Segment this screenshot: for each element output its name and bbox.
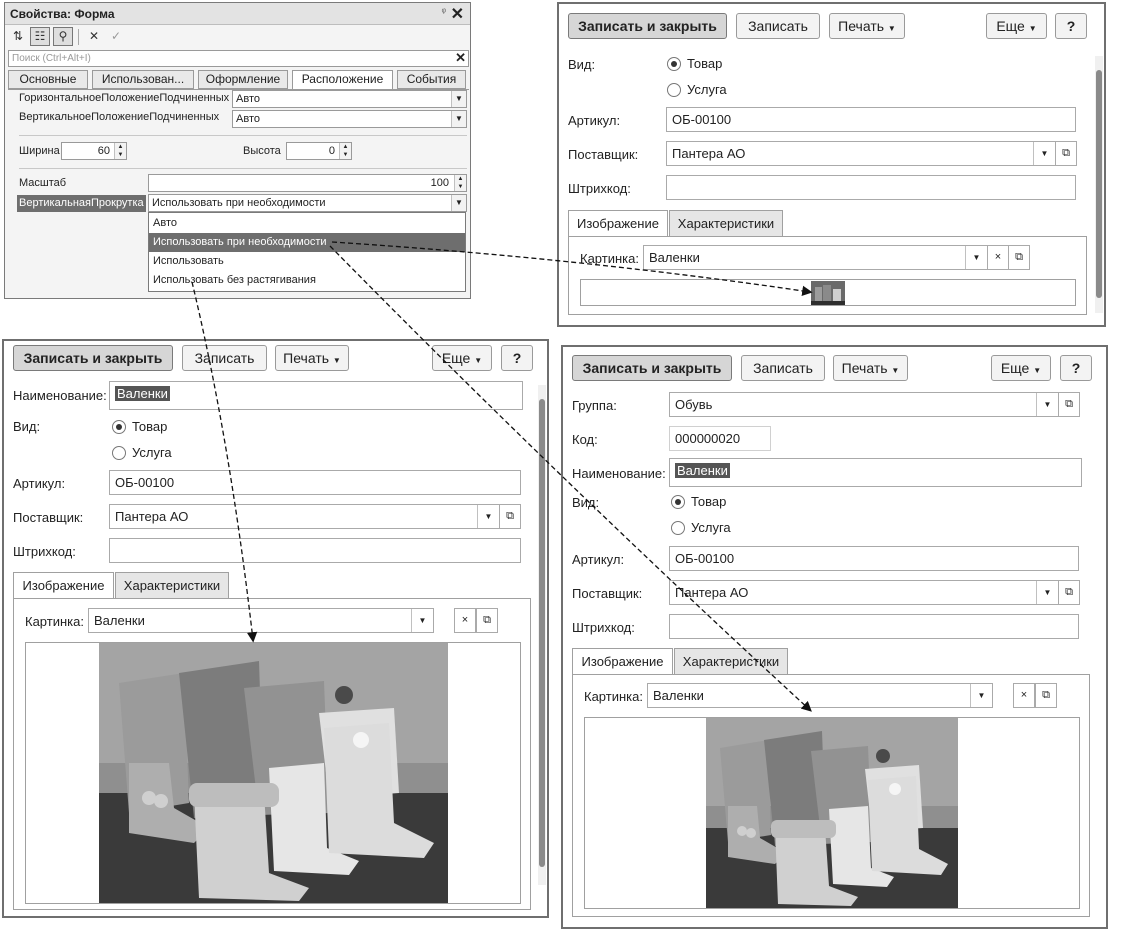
- arrow-to-use-form: [191, 281, 258, 643]
- arrow-to-no-stretch-form: [329, 245, 812, 712]
- arrow-to-auto-form: [331, 241, 813, 297]
- connector-arrows: [191, 241, 813, 712]
